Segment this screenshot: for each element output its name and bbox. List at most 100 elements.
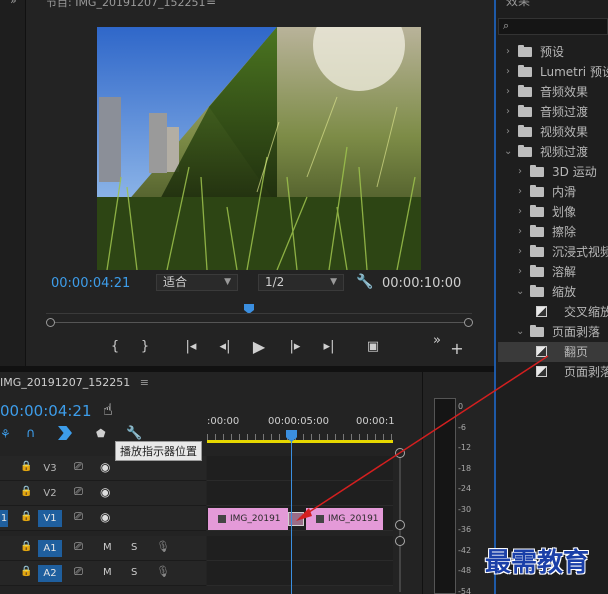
magnet-icon[interactable]: ∩ [26,426,36,441]
go-to-out-button[interactable]: ▸| [318,336,340,358]
tooltip: 播放指示器位置 [115,441,202,461]
sync-lock-icon[interactable]: ⎚ [74,485,83,499]
effects-item-1[interactable]: › Lumetri 预设 [498,62,608,82]
track-header-a1: 🔒 A1 ⎚ M S 🎙 [0,536,206,561]
effects-item-label: 音频过渡 [540,105,589,119]
lock-icon[interactable]: 🔒 [20,541,32,552]
track-lane-a2[interactable] [207,561,393,586]
chevron-right-icon[interactable]: › [504,122,512,142]
effects-item-6[interactable]: › 3D 运动 [498,162,608,182]
export-frame-button[interactable]: ▣ [362,336,384,358]
microphone-icon[interactable]: 🎙 [156,540,170,553]
step-back-button[interactable]: ◂| [214,336,236,358]
sync-lock-icon[interactable]: ⎚ [74,540,83,554]
effects-item-16[interactable]: 页面剥落 [498,362,608,382]
go-to-in-button[interactable]: |◂ [180,336,202,358]
effects-item-11[interactable]: › 溶解 [498,262,608,282]
db-label: -6 [458,422,466,432]
resolution-dropdown[interactable]: 1/2 ▼ [258,274,344,291]
track-target-toggle[interactable]: V2 [38,485,62,502]
effects-item-14[interactable]: ⌄ 页面剥落 [498,322,608,342]
more-controls-icon[interactable]: » [426,330,448,352]
timeline-settings-wrench-icon[interactable]: 🔧 [126,426,142,441]
mark-out-button[interactable]: } [134,336,156,358]
effects-item-8[interactable]: › 划像 [498,202,608,222]
lock-icon[interactable]: 🔒 [20,461,32,472]
current-timecode[interactable]: 00:00:04:21 [51,276,130,291]
timeline-timecode[interactable]: 00:00:04:21 [0,402,92,420]
microphone-icon[interactable]: 🎙 [156,565,170,578]
mute-button[interactable]: M [103,567,112,578]
source-patch[interactable]: 1 [0,510,8,527]
add-marker-icon[interactable]: ⬟ [96,427,106,440]
lock-icon[interactable]: 🔒 [20,511,32,522]
sync-lock-icon[interactable]: ⎚ [74,460,83,474]
snap-icon[interactable]: ⚘ [0,427,11,441]
track-lane-v2[interactable] [207,481,393,506]
effects-item-15[interactable]: 翻页 [498,342,608,362]
scrub-end-handle[interactable] [464,318,473,327]
monitor-scrub-bar[interactable] [46,318,473,327]
chevron-right-icon[interactable]: › [516,182,524,202]
eye-icon[interactable]: ◉ [100,510,110,524]
chevron-down-icon[interactable]: ⌄ [516,322,524,342]
effects-item-0[interactable]: › 预设 [498,42,608,62]
effects-item-2[interactable]: › 音频效果 [498,82,608,102]
mark-in-button[interactable]: { [104,336,126,358]
effects-item-12[interactable]: ⌄ 缩放 [498,282,608,302]
chevron-right-icon[interactable]: › [516,162,524,182]
chevron-right-icon[interactable]: › [516,262,524,282]
db-label: -18 [458,463,472,473]
timeline-vertical-scrollbar[interactable] [394,446,406,594]
chevron-down-icon[interactable]: ⌄ [504,142,512,162]
chevron-right-icon[interactable]: › [504,42,512,62]
mute-button[interactable]: M [103,542,112,553]
effects-item-7[interactable]: › 内滑 [498,182,608,202]
lock-icon[interactable]: 🔒 [20,566,32,577]
wrench-settings-icon[interactable]: 🔧 [356,274,373,290]
sequence-tab[interactable]: IMG_20191207_152251 ≡ [0,376,149,389]
clip-left[interactable]: IMG_20191 [208,508,288,530]
chevron-right-icon[interactable]: › [504,82,512,102]
solo-button[interactable]: S [131,567,137,578]
panel-menu-icon[interactable]: ≡ [206,0,216,8]
effects-item-9[interactable]: › 擦除 [498,222,608,242]
sync-lock-icon[interactable]: ⎚ [74,510,83,524]
scrub-start-handle[interactable] [46,318,55,327]
chevron-right-icon[interactable]: › [504,102,512,122]
track-target-toggle[interactable]: A2 [38,565,62,582]
lock-icon[interactable]: 🔒 [20,486,32,497]
effects-item-label: 内滑 [552,185,577,199]
eye-icon[interactable]: ◉ [100,460,110,474]
clip-right[interactable]: IMG_20191 [306,508,383,530]
effects-item-label: 3D 运动 [552,165,597,179]
add-button-icon[interactable]: + [446,338,468,360]
track-header-a2: 🔒 A2 ⎚ M S 🎙 [0,561,206,586]
effects-item-5[interactable]: ⌄ 视频过渡 [498,142,608,162]
program-monitor-title: 节目: IMG_20191207_152251 [46,0,206,9]
chevron-right-icon[interactable]: › [516,242,524,262]
effects-item-10[interactable]: › 沉浸式视频 [498,242,608,262]
solo-button[interactable]: S [131,542,137,553]
eye-icon[interactable]: ◉ [100,485,110,499]
expand-panels-icon[interactable]: » [10,0,17,7]
effects-item-13[interactable]: 交叉缩放 [498,302,608,322]
fit-dropdown[interactable]: 适合 ▼ [156,274,238,291]
sync-lock-icon[interactable]: ⎚ [74,565,83,579]
effects-item-4[interactable]: › 视频效果 [498,122,608,142]
chevron-right-icon[interactable]: › [516,202,524,222]
chevron-down-icon[interactable]: ⌄ [516,282,524,302]
step-forward-button[interactable]: |▸ [284,336,306,358]
chevron-right-icon[interactable]: › [516,222,524,242]
play-button[interactable]: ▶ [248,336,270,358]
track-target-toggle[interactable]: V3 [38,460,62,477]
chevron-right-icon[interactable]: › [504,62,512,82]
track-target-toggle[interactable]: A1 [38,540,62,557]
sequence-menu-icon[interactable]: ≡ [140,376,149,389]
track-lane-a1[interactable] [207,536,393,561]
track-target-toggle[interactable]: V1 [38,510,62,527]
effects-item-3[interactable]: › 音频过渡 [498,102,608,122]
effects-search-input[interactable]: ⌕ [498,18,608,35]
work-area-bar[interactable] [207,440,393,443]
track-lane-v3[interactable] [207,456,393,481]
